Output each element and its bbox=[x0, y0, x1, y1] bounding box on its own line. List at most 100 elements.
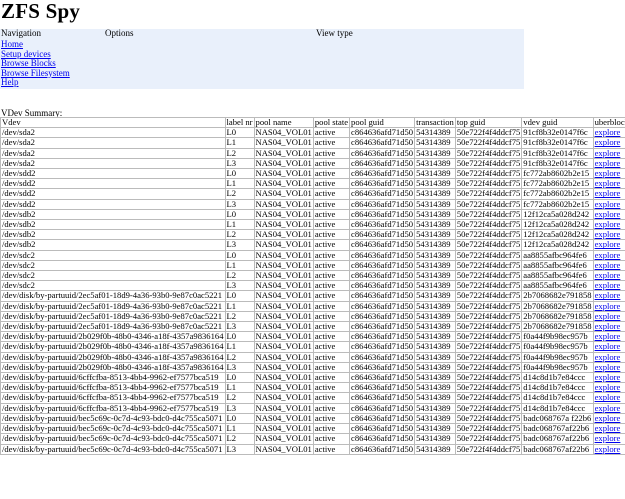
column-header-uberblock: uberblock bbox=[592, 116, 625, 129]
cell-pool-state: active bbox=[312, 147, 351, 159]
table-row: /dev/sdd2 L1 NAS04_VOL01 active c864636afd71… bbox=[0, 178, 625, 190]
cell-pool-state: active bbox=[312, 259, 351, 272]
cell-uberblock: explore bbox=[592, 178, 625, 190]
cell-transaction: 54314389 bbox=[414, 137, 456, 149]
explore-link[interactable]: explore bbox=[595, 129, 621, 137]
explore-link[interactable]: explore bbox=[595, 261, 621, 269]
cell-pool-state: active bbox=[312, 331, 351, 343]
cell-uberblock: explore bbox=[592, 382, 625, 394]
cell-pool-state: active bbox=[312, 310, 351, 323]
cell-vdev-guid: aa8855afbc964fe6 bbox=[521, 249, 594, 261]
cell-pool-guid: c864636afd71d50 bbox=[349, 382, 416, 394]
explore-link[interactable]: explore bbox=[595, 139, 621, 147]
nav-link-help[interactable]: Help bbox=[1, 77, 70, 88]
cell-top-guid: 50e722f4f4ddcf75 bbox=[454, 382, 523, 394]
cell-vdev: /dev/disk/by-partuuid/bec5c69c-0c7d-4c93… bbox=[0, 433, 226, 445]
explore-link[interactable]: explore bbox=[595, 221, 621, 229]
cell-label-nr: L1 bbox=[224, 341, 255, 353]
cell-pool-state: active bbox=[312, 290, 351, 302]
cell-pool-guid: c864636afd71d50 bbox=[349, 361, 416, 374]
table-row: /dev/disk/by-partuuid/2ec5af01-18d9-4a36… bbox=[0, 321, 625, 333]
cell-top-guid: 50e722f4f4ddcf75 bbox=[454, 310, 523, 323]
explore-link[interactable]: explore bbox=[595, 170, 621, 178]
explore-link[interactable]: explore bbox=[595, 251, 621, 259]
cell-vdev-guid: 12f12ca5a028d242 bbox=[521, 219, 594, 231]
cell-uberblock: explore bbox=[592, 249, 625, 261]
cell-pool-guid: c864636afd71d50 bbox=[349, 310, 416, 323]
cell-label-nr: L3 bbox=[224, 321, 255, 333]
cell-uberblock: explore bbox=[592, 229, 625, 241]
explore-link[interactable]: explore bbox=[595, 190, 621, 198]
cell-pool-name: NAS04_VOL01 bbox=[253, 310, 314, 323]
options-column: Options bbox=[105, 29, 134, 39]
cell-vdev: /dev/sda2 bbox=[0, 127, 226, 139]
table-row: /dev/sdb2 L2 NAS04_VOL01 active c864636afd71… bbox=[0, 229, 625, 241]
cell-pool-name: NAS04_VOL01 bbox=[253, 270, 314, 282]
cell-top-guid: 50e722f4f4ddcf75 bbox=[454, 147, 523, 159]
explore-link[interactable]: explore bbox=[595, 292, 621, 300]
cell-transaction: 54314389 bbox=[414, 147, 456, 159]
cell-vdev: /dev/sdb2 bbox=[0, 219, 226, 231]
explore-link[interactable]: explore bbox=[595, 231, 621, 239]
cell-vdev-guid: badc068767af22b6 bbox=[521, 443, 594, 455]
cell-vdev: /dev/disk/by-partuuid/bec5c69c-0c7d-4c93… bbox=[0, 443, 226, 455]
explore-link[interactable]: explore bbox=[595, 353, 621, 361]
cell-transaction: 54314389 bbox=[414, 310, 456, 323]
explore-link[interactable]: explore bbox=[595, 302, 621, 310]
cell-vdev: /dev/sdc2 bbox=[0, 259, 226, 272]
cell-vdev-guid: d14c8d1b7e84ccc bbox=[521, 392, 594, 404]
explore-link[interactable]: explore bbox=[595, 272, 621, 280]
cell-top-guid: 50e722f4f4ddcf75 bbox=[454, 433, 523, 445]
cell-vdev: /dev/disk/by-partuuid/2ec5af01-18d9-4a36… bbox=[0, 300, 226, 312]
cell-pool-guid: c864636afd71d50 bbox=[349, 270, 416, 282]
cell-uberblock: explore bbox=[592, 361, 625, 374]
explore-link[interactable]: explore bbox=[595, 200, 621, 208]
cell-pool-guid: c864636afd71d50 bbox=[349, 433, 416, 445]
cell-pool-name: NAS04_VOL01 bbox=[253, 208, 314, 221]
cell-pool-state: active bbox=[312, 168, 351, 180]
cell-transaction: 54314389 bbox=[414, 239, 456, 251]
cell-label-nr: L0 bbox=[224, 412, 255, 425]
explore-link[interactable]: explore bbox=[595, 333, 621, 341]
explore-link[interactable]: explore bbox=[595, 374, 621, 382]
cell-top-guid: 50e722f4f4ddcf75 bbox=[454, 412, 523, 425]
cell-label-nr: L0 bbox=[224, 127, 255, 139]
table-row: /dev/sda2 L1 NAS04_VOL01 active c864636afd71… bbox=[0, 137, 625, 149]
cell-vdev: /dev/sda2 bbox=[0, 147, 226, 159]
explore-link[interactable]: explore bbox=[595, 149, 621, 157]
cell-top-guid: 50e722f4f4ddcf75 bbox=[454, 372, 523, 384]
explore-link[interactable]: explore bbox=[595, 312, 621, 320]
explore-link[interactable]: explore bbox=[595, 343, 621, 351]
cell-vdev-guid: 2b7068682e791858 bbox=[521, 290, 594, 302]
explore-link[interactable]: explore bbox=[595, 282, 621, 290]
explore-link[interactable]: explore bbox=[595, 210, 621, 218]
explore-link[interactable]: explore bbox=[595, 435, 621, 443]
cell-vdev: /dev/sda2 bbox=[0, 137, 226, 149]
explore-link[interactable]: explore bbox=[595, 180, 621, 188]
cell-pool-guid: c864636afd71d50 bbox=[349, 208, 416, 221]
explore-link[interactable]: explore bbox=[595, 414, 621, 422]
cell-uberblock: explore bbox=[592, 372, 625, 384]
explore-link[interactable]: explore bbox=[595, 394, 621, 402]
explore-link[interactable]: explore bbox=[595, 323, 621, 331]
cell-pool-guid: c864636afd71d50 bbox=[349, 127, 416, 139]
cell-vdev-guid: 91cf8b32e0147f6c bbox=[521, 137, 594, 149]
cell-transaction: 54314389 bbox=[414, 290, 456, 302]
navigation-column: Navigation Home Setup devices Browse Blo… bbox=[1, 29, 70, 88]
cell-label-nr: L2 bbox=[224, 270, 255, 282]
explore-link[interactable]: explore bbox=[595, 404, 621, 412]
cell-transaction: 54314389 bbox=[414, 198, 456, 210]
cell-pool-state: active bbox=[312, 249, 351, 261]
cell-uberblock: explore bbox=[592, 351, 625, 363]
column-header-pool-guid: pool guid bbox=[349, 116, 416, 129]
explore-link[interactable]: explore bbox=[595, 241, 621, 249]
explore-link[interactable]: explore bbox=[595, 425, 621, 433]
cell-vdev: /dev/disk/by-partuuid/6cffcfba-8513-4bb4… bbox=[0, 382, 226, 394]
explore-link[interactable]: explore bbox=[595, 445, 621, 453]
explore-link[interactable]: explore bbox=[595, 384, 621, 392]
cell-top-guid: 50e722f4f4ddcf75 bbox=[454, 198, 523, 210]
table-row: /dev/disk/by-partuuid/bec5c69c-0c7d-4c93… bbox=[0, 433, 625, 445]
explore-link[interactable]: explore bbox=[595, 363, 621, 371]
explore-link[interactable]: explore bbox=[595, 159, 621, 167]
cell-transaction: 54314389 bbox=[414, 249, 456, 261]
